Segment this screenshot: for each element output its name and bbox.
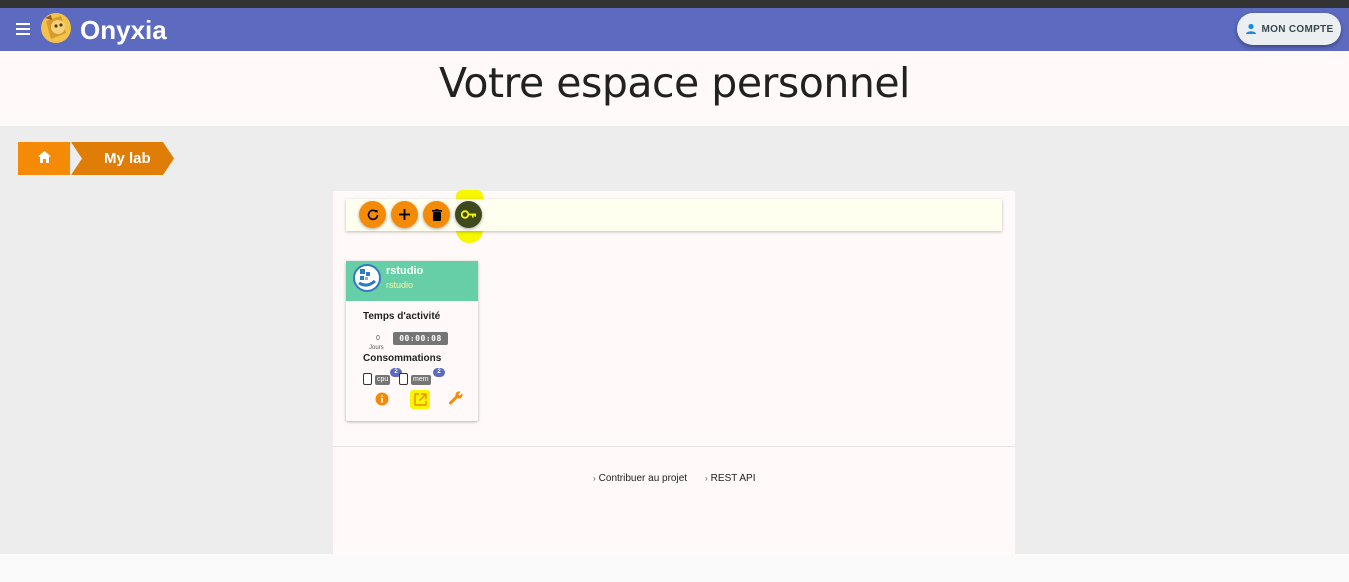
breadcrumb-home[interactable]	[18, 142, 70, 175]
chevron-right-icon: ›	[593, 474, 596, 483]
uptime-label: Temps d'activité	[363, 311, 441, 322]
key-icon	[461, 210, 476, 219]
uptime-days-value: 0	[376, 335, 380, 342]
cpu-chip: cpu	[375, 375, 391, 385]
info-button[interactable]	[374, 391, 389, 406]
menu-icon[interactable]	[16, 23, 30, 35]
add-service-button[interactable]	[391, 201, 418, 228]
service-card-header: rstudio rstudio	[346, 261, 478, 301]
open-service-button[interactable]	[410, 390, 430, 409]
footer-link-rest-api[interactable]: › REST API	[705, 473, 756, 484]
rstudio-logo-icon[interactable]	[353, 264, 381, 292]
home-icon	[38, 151, 51, 163]
cpu-device-icon	[363, 373, 372, 385]
key-button[interactable]	[455, 201, 482, 228]
uptime-timer: 00:00:08	[393, 332, 448, 345]
delete-button[interactable]	[423, 201, 450, 228]
person-icon	[1245, 23, 1256, 34]
mem-chip: mem	[411, 375, 431, 385]
uptime-days-label: Jours	[369, 345, 384, 351]
mem-device-icon	[399, 373, 408, 385]
refresh-icon	[367, 209, 378, 220]
consumption-label: Consommations	[363, 353, 442, 364]
footer-link-contribute-label: Contribuer au projet	[598, 473, 688, 484]
service-card: rstudio rstudio Temps d'activité 0 Jours…	[346, 261, 478, 421]
open-in-new-icon	[413, 393, 427, 406]
refresh-button[interactable]	[359, 201, 386, 228]
footer-divider	[333, 446, 1015, 447]
chevron-right-icon: ›	[705, 474, 708, 483]
service-subtitle: rstudio	[386, 280, 414, 290]
app-title[interactable]: Onyxia	[80, 15, 167, 45]
breadcrumb-my-lab[interactable]: My lab	[71, 142, 174, 175]
breadcrumb-my-lab-label: My lab	[104, 150, 151, 167]
mem-count-badge: 2	[433, 368, 445, 377]
app-bar: Onyxia MON COMPTE	[0, 8, 1349, 51]
onyxia-logo-icon[interactable]	[39, 11, 73, 45]
account-button[interactable]: MON COMPTE	[1237, 13, 1341, 45]
service-title[interactable]: rstudio	[386, 265, 423, 277]
delete-icon	[431, 208, 442, 221]
page-title: Votre espace personnel	[439, 59, 910, 107]
wrench-icon	[449, 391, 464, 405]
info-icon	[375, 392, 388, 405]
account-button-label: MON COMPTE	[1261, 23, 1334, 35]
add-icon	[399, 209, 410, 220]
footer-link-contribute[interactable]: › Contribuer au projet	[593, 473, 687, 484]
settings-button[interactable]	[448, 390, 465, 407]
footer-link-rest-api-label: REST API	[710, 473, 756, 484]
hero-section: Votre espace personnel	[0, 51, 1349, 126]
browser-top-strip	[0, 0, 1349, 8]
services-toolbar	[346, 199, 1002, 231]
